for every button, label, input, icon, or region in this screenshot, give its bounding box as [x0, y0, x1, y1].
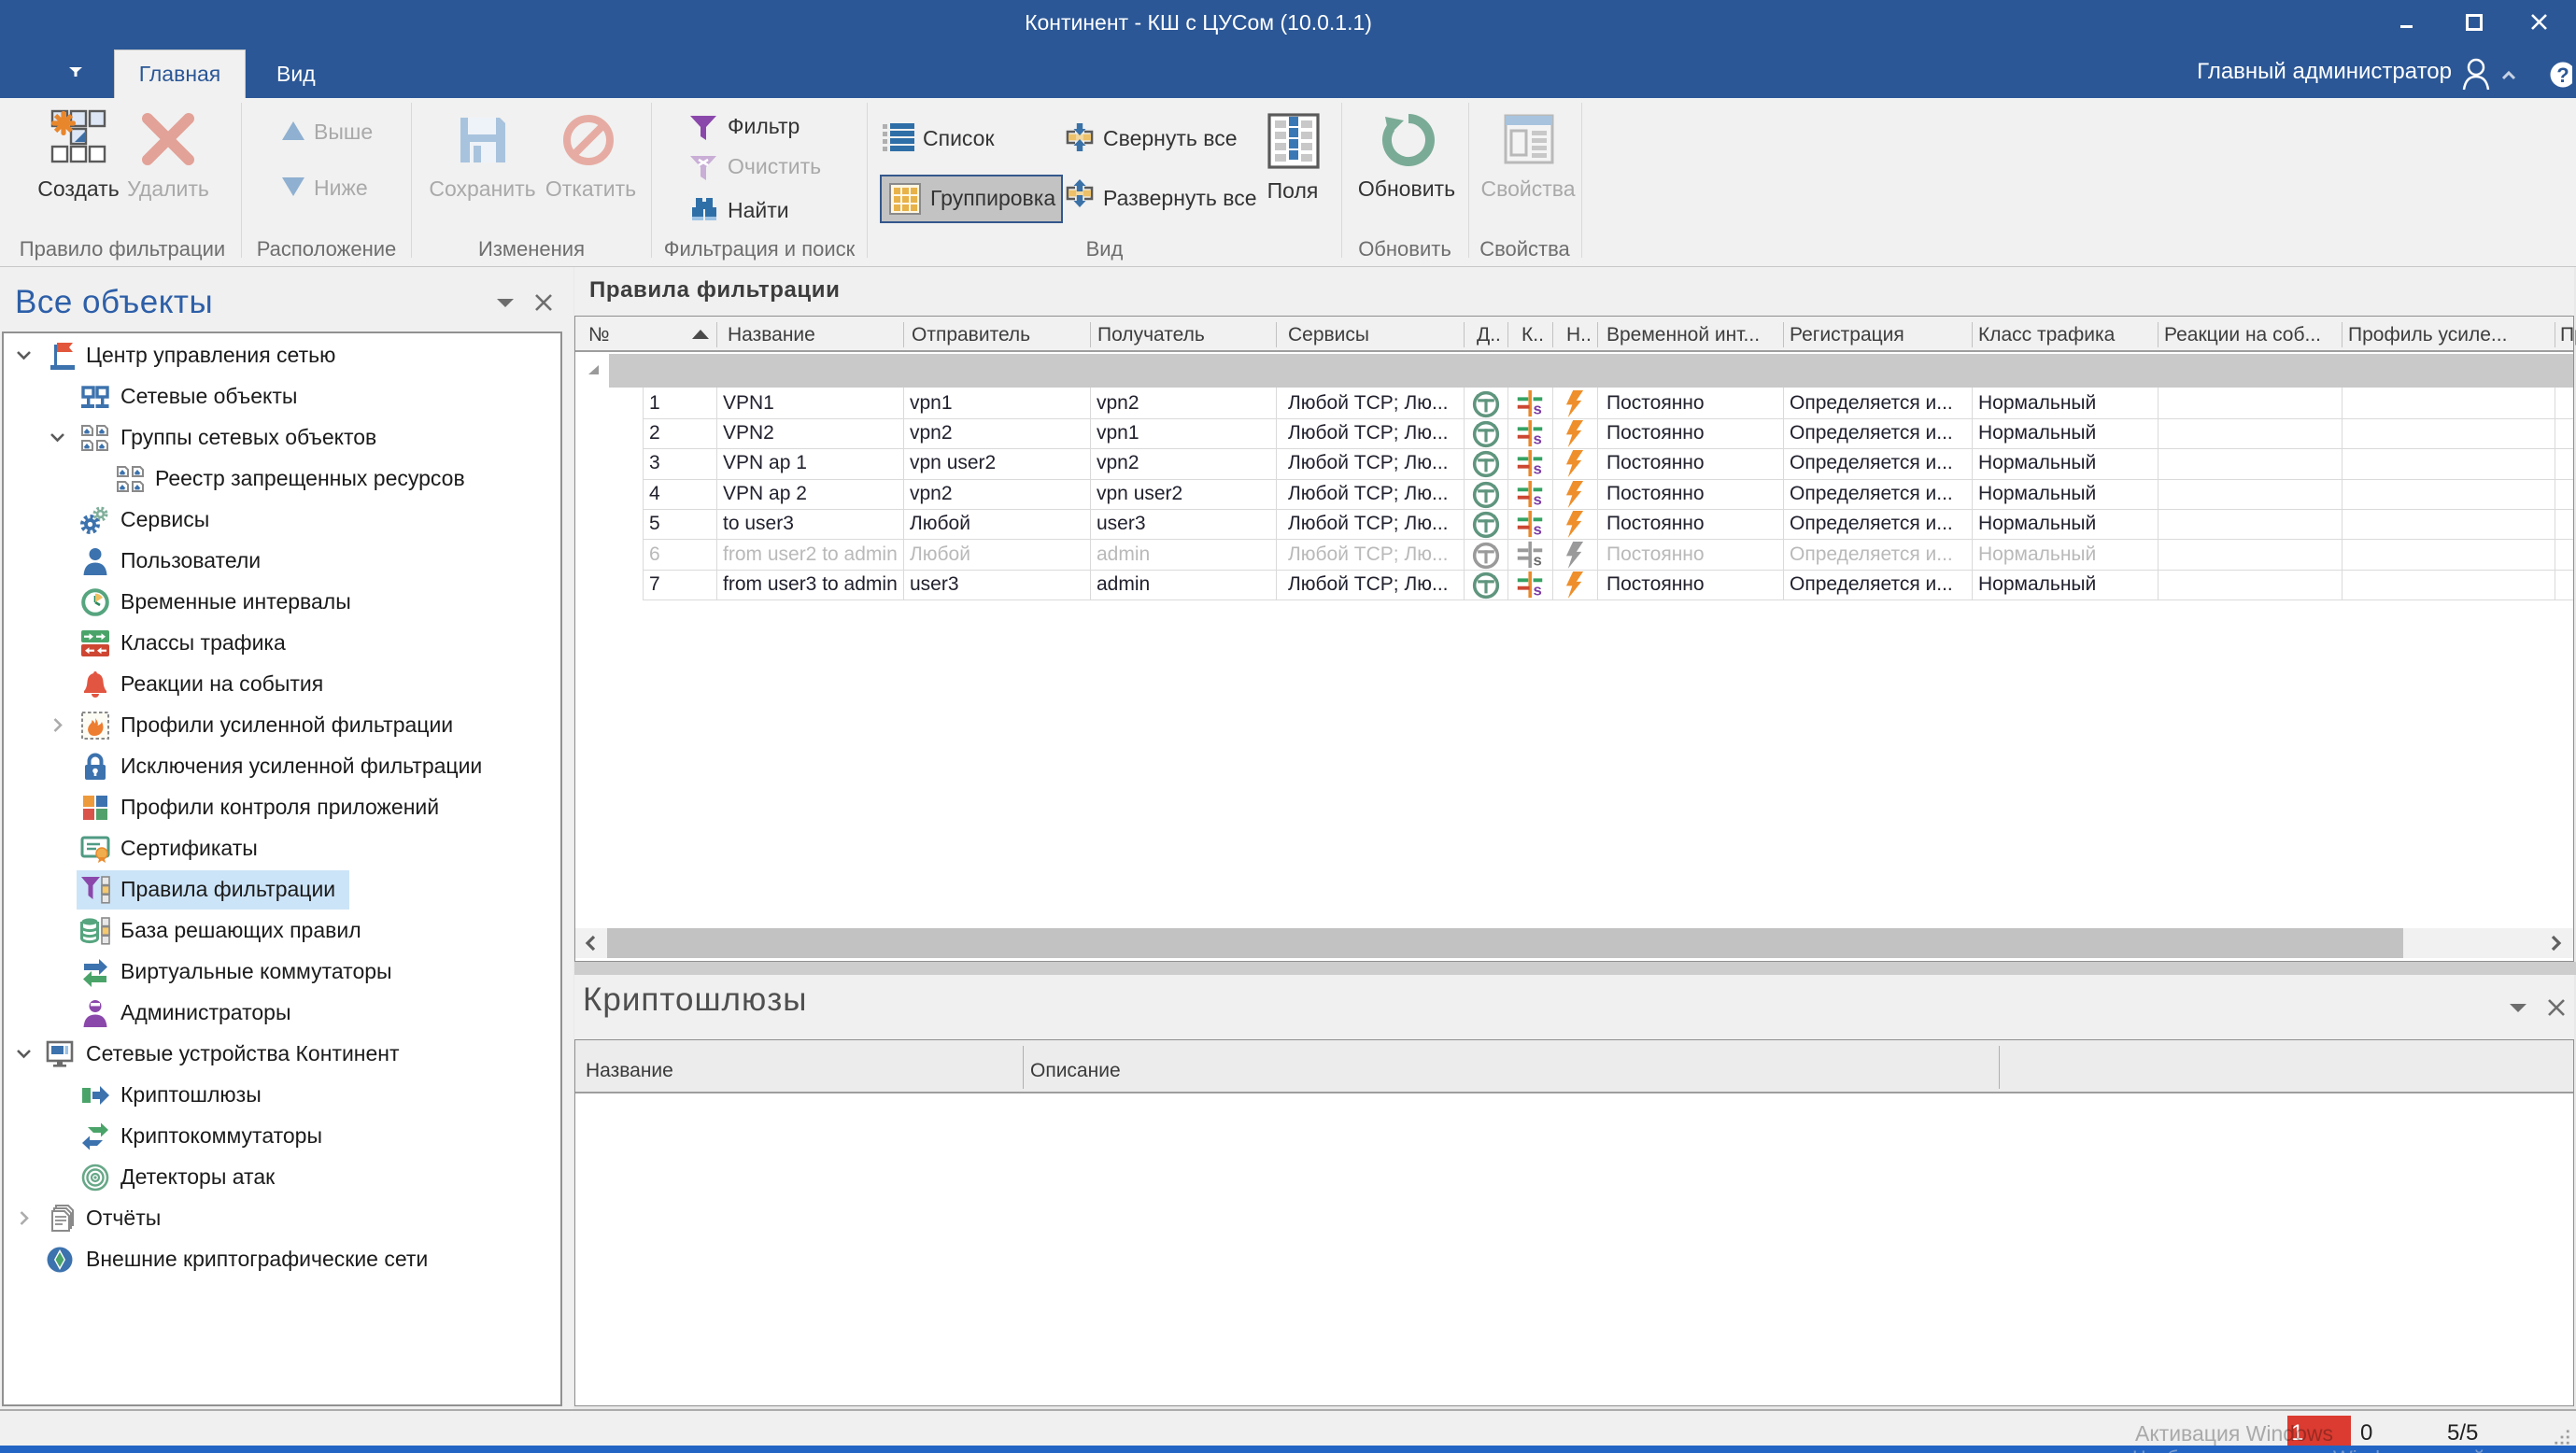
- svg-text:s: s: [1534, 490, 1542, 508]
- svg-text:s: s: [1534, 551, 1542, 569]
- svg-text:s: s: [1534, 430, 1542, 447]
- svg-text:?: ?: [2556, 63, 2569, 87]
- svg-text:s: s: [1534, 400, 1542, 417]
- svg-text:s: s: [1534, 520, 1542, 538]
- svg-text:s: s: [1534, 581, 1542, 599]
- svg-text:s: s: [1534, 459, 1542, 477]
